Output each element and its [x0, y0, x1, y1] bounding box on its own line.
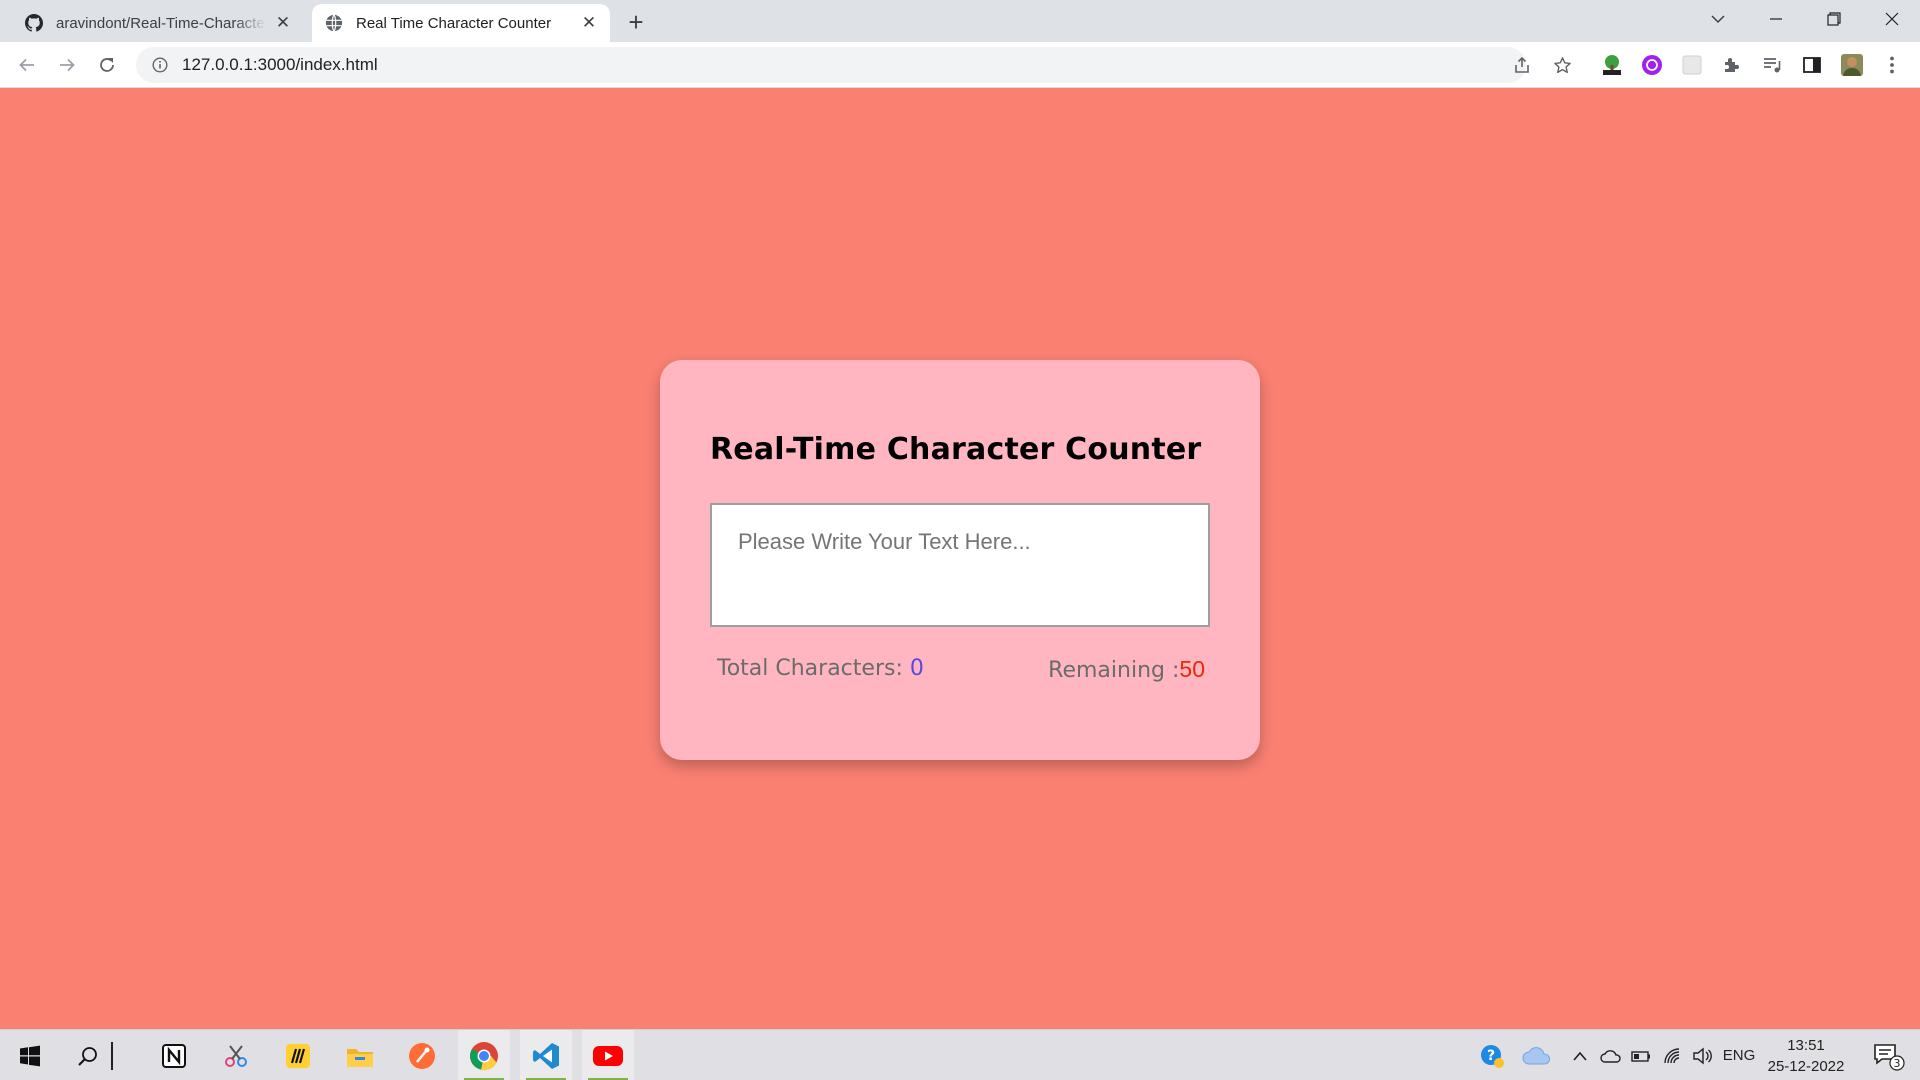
- github-icon: [24, 13, 44, 33]
- close-window-button[interactable]: [1864, 0, 1920, 38]
- new-tab-button[interactable]: +: [622, 7, 650, 37]
- blank-extension-icon[interactable]: [1678, 51, 1706, 79]
- reload-button[interactable]: [91, 49, 123, 81]
- globe-icon: [324, 13, 344, 33]
- purple-extension-icon[interactable]: [1638, 51, 1666, 79]
- help-icon[interactable]: ?: [1472, 1030, 1512, 1080]
- task-view-divider-icon: [102, 1030, 122, 1080]
- html-tree-extension-icon[interactable]: [1598, 51, 1626, 79]
- svg-text:?: ?: [1487, 1048, 1495, 1064]
- total-count: 0: [909, 656, 924, 681]
- vscode-icon[interactable]: [520, 1030, 572, 1080]
- notification-count: 3: [1894, 1057, 1901, 1070]
- battery-icon[interactable]: [1626, 1030, 1656, 1080]
- remaining-count: 50: [1179, 656, 1205, 682]
- counter-card: Real-Time Character Counter Total Charac…: [660, 360, 1260, 760]
- share-icon[interactable]: [1508, 51, 1536, 79]
- miro-icon[interactable]: [272, 1030, 324, 1080]
- minimize-button[interactable]: [1748, 0, 1804, 38]
- bookmark-star-icon[interactable]: [1548, 51, 1576, 79]
- forward-button[interactable]: [51, 49, 83, 81]
- back-button[interactable]: [11, 49, 43, 81]
- youtube-icon[interactable]: [582, 1030, 634, 1080]
- tab-github[interactable]: aravindont/Real-Time-Character-Counter ✕: [12, 4, 304, 42]
- tab-title: aravindont/Real-Time-Character-Counter: [56, 14, 266, 32]
- stats-row: Total Characters: 0 Remaining :50: [717, 656, 1205, 683]
- tab-title: Real Time Character Counter: [356, 14, 552, 32]
- restore-button[interactable]: [1806, 0, 1862, 38]
- close-tab-icon[interactable]: ✕: [578, 12, 600, 34]
- notion-icon[interactable]: [148, 1030, 200, 1080]
- windows-taskbar: ? ENG 13:51 25-12-2022 3: [0, 1029, 1920, 1080]
- total-characters: Total Characters: 0: [717, 656, 924, 683]
- chrome-icon[interactable]: [458, 1030, 510, 1080]
- page-viewport: Real-Time Character Counter Total Charac…: [0, 89, 1920, 1029]
- url-text: 127.0.0.1:3000/index.html: [182, 55, 378, 74]
- wifi-icon[interactable]: [1658, 1030, 1688, 1080]
- volume-icon[interactable]: [1688, 1030, 1716, 1080]
- clock-date: 25-12-2022: [1767, 1058, 1845, 1075]
- windows-start-icon[interactable]: [4, 1030, 56, 1080]
- tab-strip: aravindont/Real-Time-Character-Counter ✕…: [0, 0, 1920, 42]
- page-title: Real-Time Character Counter: [710, 432, 1202, 467]
- onedrive-icon[interactable]: [1516, 1030, 1558, 1080]
- tab-search-icon[interactable]: [1690, 0, 1746, 38]
- postman-icon[interactable]: [396, 1030, 448, 1080]
- clock[interactable]: 13:51 25-12-2022: [1764, 1035, 1848, 1077]
- address-bar[interactable]: 127.0.0.1:3000/index.html: [136, 47, 1526, 83]
- clock-time: 13:51: [1787, 1037, 1825, 1054]
- browser-toolbar: 127.0.0.1:3000/index.html: [0, 42, 1920, 88]
- file-explorer-icon[interactable]: [334, 1030, 386, 1080]
- close-tab-icon[interactable]: ✕: [272, 12, 294, 34]
- total-label: Total Characters:: [717, 656, 910, 681]
- cloud-icon[interactable]: [1596, 1030, 1626, 1080]
- language-indicator[interactable]: ENG: [1718, 1030, 1760, 1080]
- media-control-icon[interactable]: [1758, 51, 1786, 79]
- profile-avatar[interactable]: [1838, 51, 1866, 79]
- tab-character-counter[interactable]: Real Time Character Counter ✕: [312, 4, 610, 42]
- notification-center-icon[interactable]: 3: [1866, 1030, 1912, 1080]
- side-panel-icon[interactable]: [1798, 51, 1826, 79]
- text-input[interactable]: [710, 503, 1210, 627]
- extensions-puzzle-icon[interactable]: [1718, 51, 1746, 79]
- snipping-tool-icon[interactable]: [210, 1030, 262, 1080]
- remaining-characters: Remaining :50: [1048, 656, 1205, 683]
- menu-kebab-icon[interactable]: [1878, 51, 1906, 79]
- show-hidden-icons-chevron[interactable]: [1568, 1030, 1592, 1080]
- remaining-label: Remaining :: [1048, 658, 1180, 683]
- site-info-icon[interactable]: [150, 55, 170, 75]
